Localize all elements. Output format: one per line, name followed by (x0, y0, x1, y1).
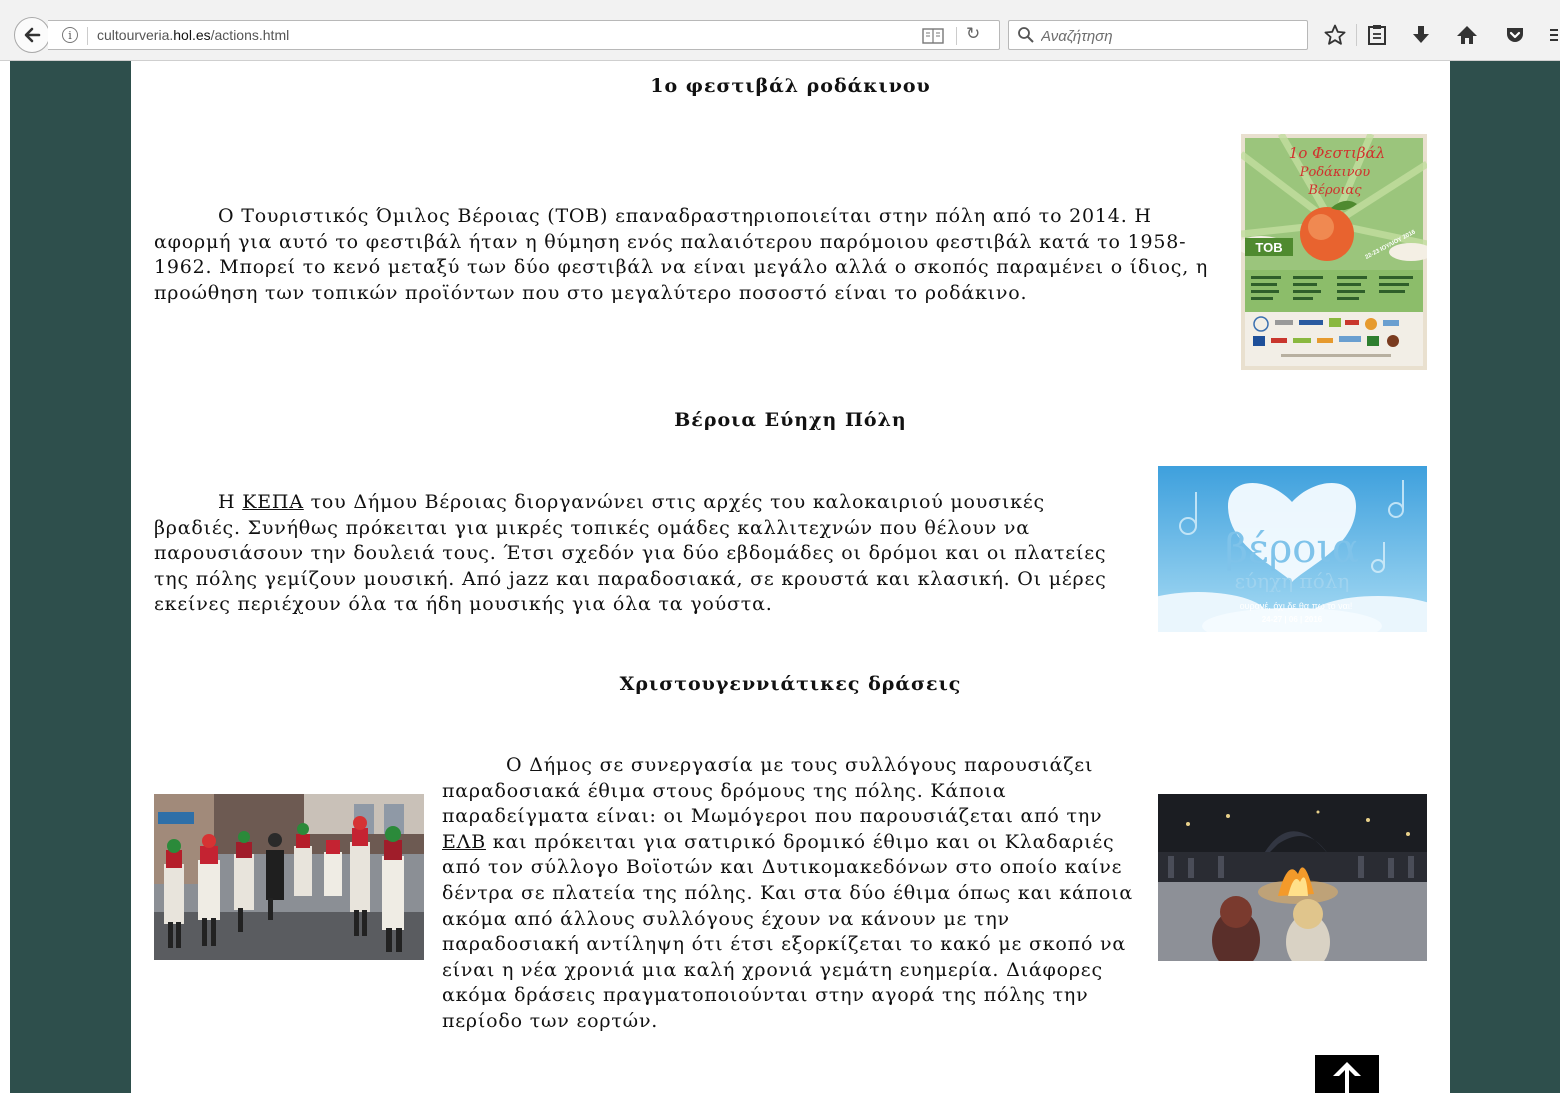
section-title-music-city: Βέροια Εύηχη Πόλη (674, 409, 907, 431)
section-text-music-city: Η ΚΕΠΑ του Δήμου Βέροιας διοργανώνει στι… (154, 490, 1134, 618)
peach-poster-title-1: 1ο Φεστιβάλ (1289, 144, 1385, 162)
url-separator (956, 27, 957, 45)
music-city-poster-tagline: ουρανέ, όχι δε θα πω το ναι! (1240, 601, 1353, 611)
search-bar[interactable] (1008, 20, 1308, 50)
bookmarks-list-icon[interactable] (1364, 22, 1390, 48)
browser-toolbar: i cultourveria.hol.es/actions.html ↻ (0, 0, 1560, 61)
peach-poster-badge: ΤΟΒ (1255, 240, 1282, 255)
search-input[interactable] (1039, 23, 1303, 49)
peach-poster-title-3: Βέροιας (1307, 183, 1362, 198)
section-title-christmas: Χριστουγεννιάτικες δράσεις (619, 673, 962, 695)
page-sidebar-right (1450, 61, 1560, 1093)
back-arrow-icon (24, 27, 41, 43)
search-icon (1018, 27, 1034, 43)
page-sidebar-left (10, 61, 131, 1093)
momogeroi-parade-photo (154, 794, 424, 960)
address-bar[interactable]: i cultourveria.hol.es/actions.html ↻ (48, 20, 1000, 50)
music-city-poster-dates: 24-27 | 06 | 2016 (1262, 615, 1323, 624)
peach-festival-poster-image: 1ο Φεστιβάλ Ροδάκινου Βέροιας ΤΟΒ 22-23 … (1241, 134, 1427, 370)
site-info-icon[interactable]: i (62, 27, 78, 43)
section-title-peach-festival: 1ο φεστιβάλ ροδάκινου (650, 75, 931, 97)
page-content: 1ο φεστιβάλ ροδάκινου Ο Τουριστικός Όμιλ… (131, 61, 1450, 1093)
download-icon[interactable] (1408, 22, 1434, 48)
elv-link[interactable]: ΕΛΒ (442, 831, 486, 853)
pocket-icon[interactable] (1502, 22, 1528, 48)
section-text-peach-festival: Ο Τουριστικός Όμιλος Βέροιας (ΤΟΒ) επανα… (154, 205, 1209, 304)
kepa-link[interactable]: ΚΕΠΑ (242, 491, 304, 513)
url-separator (87, 27, 88, 45)
music-city-poster-title: βέροια (1225, 526, 1359, 572)
reader-view-icon[interactable] (922, 27, 944, 45)
scroll-to-top-button[interactable] (1315, 1055, 1379, 1093)
kladaries-bonfire-photo (1158, 794, 1427, 961)
toolbar-separator (1356, 24, 1357, 46)
bookmark-star-icon[interactable] (1322, 22, 1348, 48)
url-text[interactable]: cultourveria.hol.es/actions.html (97, 27, 289, 43)
music-city-poster-subtitle: εύηχη πόλη (1235, 569, 1350, 593)
home-icon[interactable] (1454, 22, 1480, 48)
arrow-up-icon (1333, 1062, 1361, 1093)
back-button[interactable] (14, 17, 50, 53)
reload-icon[interactable]: ↻ (966, 24, 980, 44)
section-text-christmas: Ο Δήμος σε συνεργασία με τους συλλόγους … (442, 753, 1142, 1035)
music-city-poster-image: βέροια εύηχη πόλη ουρανέ, όχι δε θα πω τ… (1158, 466, 1427, 632)
menu-icon[interactable] (1546, 22, 1560, 48)
music-city-text-start: Η (218, 491, 243, 513)
christmas-text-rest: και πρόκειται για σατιρικό δρομικό έθιμο… (442, 830, 1134, 1032)
peach-poster-title-2: Ροδάκινου (1299, 165, 1371, 180)
christmas-text-start: Ο Δήμος σε συνεργασία με τους συλλόγους … (442, 754, 1103, 828)
